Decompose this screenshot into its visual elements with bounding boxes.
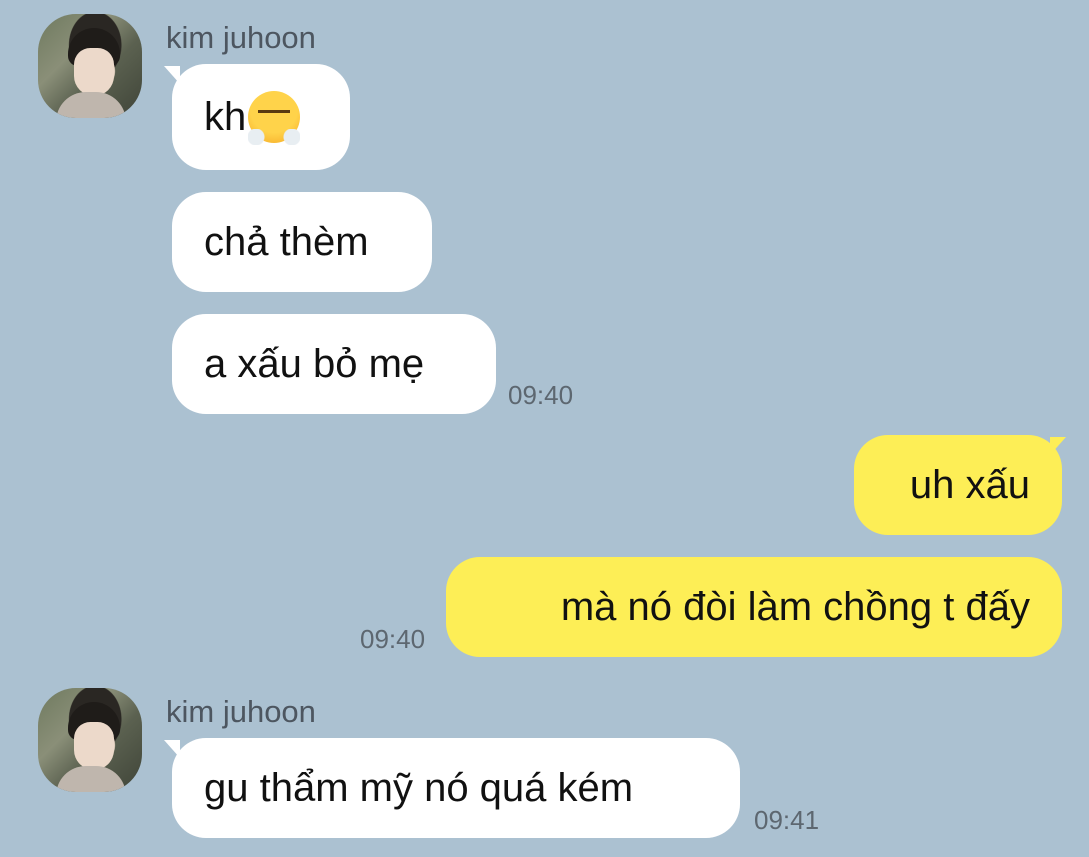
message-timestamp: 09:40: [508, 380, 574, 410]
avatar-shoulder: [56, 766, 126, 792]
message-text: kh: [204, 94, 247, 139]
message-text: mà nó đòi làm chồng t đấy: [560, 584, 1030, 629]
avatar-face: [74, 48, 114, 96]
message-bubble[interactable]: kh: [172, 64, 350, 170]
contact-avatar[interactable]: [38, 688, 142, 792]
sender-name: kim juhoon: [166, 694, 316, 729]
contact-avatar[interactable]: [38, 14, 142, 118]
message-bubble[interactable]: uh xấu: [854, 435, 1062, 535]
message-bubble[interactable]: gu thẩm mỹ nó quá kém: [172, 738, 740, 838]
message-text: chả thèm: [204, 219, 369, 264]
avatar-shoulder: [56, 92, 126, 118]
sender-name: kim juhoon: [166, 20, 316, 55]
message-bubble[interactable]: chả thèm: [172, 192, 432, 292]
message-timestamp: 09:40: [360, 624, 426, 654]
message-bubble[interactable]: a xấu bỏ mẹ: [172, 314, 496, 414]
avatar-face: [74, 722, 114, 770]
message-text: gu thẩm mỹ nó quá kém: [204, 765, 634, 810]
message-text: a xấu bỏ mẹ: [204, 341, 425, 386]
face-with-steam-from-nose-icon: [248, 91, 301, 145]
message-bubble[interactable]: mà nó đòi làm chồng t đấy: [446, 557, 1062, 657]
message-text: uh xấu: [909, 462, 1030, 507]
message-timestamp: 09:41: [754, 805, 820, 835]
